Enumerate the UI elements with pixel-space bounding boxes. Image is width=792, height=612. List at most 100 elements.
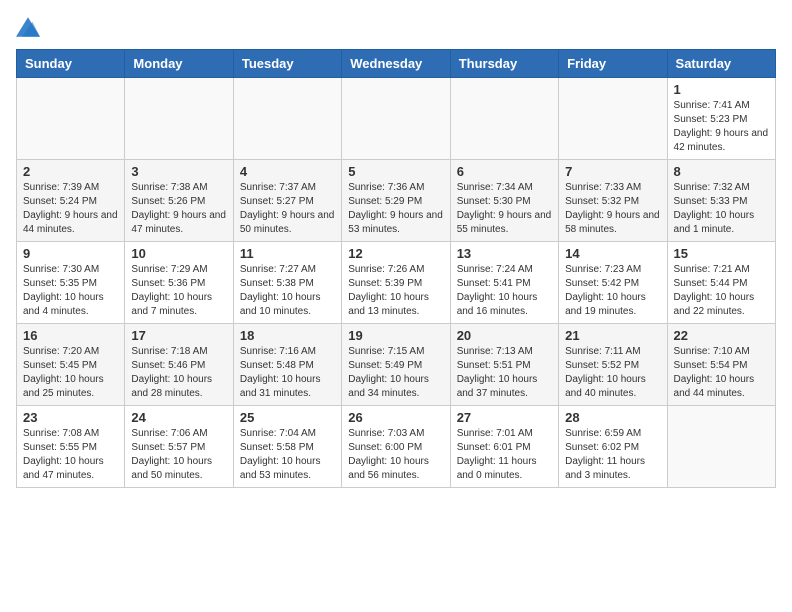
day-number: 3 bbox=[131, 164, 226, 179]
day-info: Sunrise: 7:41 AM Sunset: 5:23 PM Dayligh… bbox=[674, 99, 769, 155]
day-number: 25 bbox=[240, 410, 335, 425]
day-number: 6 bbox=[457, 164, 552, 179]
col-header-friday: Friday bbox=[559, 50, 667, 78]
calendar-cell: 7 Sunrise: 7:33 AM Sunset: 5:32 PM Daylig… bbox=[559, 160, 667, 242]
day-number: 19 bbox=[348, 328, 443, 343]
day-number: 28 bbox=[565, 410, 660, 425]
calendar-cell bbox=[342, 78, 450, 160]
calendar-cell: 1 Sunrise: 7:41 AM Sunset: 5:23 PM Daylig… bbox=[667, 78, 775, 160]
day-info: Sunrise: 7:10 AM Sunset: 5:54 PM Dayligh… bbox=[674, 345, 769, 401]
calendar-cell: 8 Sunrise: 7:32 AM Sunset: 5:33 PM Daylig… bbox=[667, 160, 775, 242]
calendar-cell: 26 Sunrise: 7:03 AM Sunset: 6:00 PM Dayli… bbox=[342, 406, 450, 488]
calendar-cell: 28 Sunrise: 6:59 AM Sunset: 6:02 PM Dayli… bbox=[559, 406, 667, 488]
calendar-cell bbox=[125, 78, 233, 160]
calendar-cell bbox=[450, 78, 558, 160]
day-number: 1 bbox=[674, 82, 769, 97]
day-number: 15 bbox=[674, 246, 769, 261]
day-number: 2 bbox=[23, 164, 118, 179]
day-info: Sunrise: 7:36 AM Sunset: 5:29 PM Dayligh… bbox=[348, 181, 443, 237]
day-info: Sunrise: 7:11 AM Sunset: 5:52 PM Dayligh… bbox=[565, 345, 660, 401]
calendar-week-row: 9Sunrise: 7:30 AM Sunset: 5:35 PM Daylig… bbox=[17, 242, 776, 324]
calendar-week-row: 1 Sunrise: 7:41 AM Sunset: 5:23 PM Daylig… bbox=[17, 78, 776, 160]
day-info: Sunrise: 7:24 AM Sunset: 5:41 PM Dayligh… bbox=[457, 263, 552, 319]
calendar-cell bbox=[17, 78, 125, 160]
calendar-header-row: SundayMondayTuesdayWednesdayThursdayFrid… bbox=[17, 50, 776, 78]
calendar-week-row: 2 Sunrise: 7:39 AM Sunset: 5:24 PM Daylig… bbox=[17, 160, 776, 242]
day-info: Sunrise: 7:08 AM Sunset: 5:55 PM Dayligh… bbox=[23, 427, 118, 483]
day-info: Sunrise: 7:18 AM Sunset: 5:46 PM Dayligh… bbox=[131, 345, 226, 401]
col-header-thursday: Thursday bbox=[450, 50, 558, 78]
calendar-cell: 21Sunrise: 7:11 AM Sunset: 5:52 PM Dayli… bbox=[559, 324, 667, 406]
calendar-cell: 14Sunrise: 7:23 AM Sunset: 5:42 PM Dayli… bbox=[559, 242, 667, 324]
calendar-cell: 16 Sunrise: 7:20 AM Sunset: 5:45 PM Dayli… bbox=[17, 324, 125, 406]
day-number: 27 bbox=[457, 410, 552, 425]
day-number: 18 bbox=[240, 328, 335, 343]
day-number: 7 bbox=[565, 164, 660, 179]
day-info: Sunrise: 7:20 AM Sunset: 5:45 PM Dayligh… bbox=[23, 345, 118, 401]
day-number: 24 bbox=[131, 410, 226, 425]
logo bbox=[16, 16, 44, 37]
calendar-cell: 15 Sunrise: 7:21 AM Sunset: 5:44 PM Dayli… bbox=[667, 242, 775, 324]
day-info: Sunrise: 7:37 AM Sunset: 5:27 PM Dayligh… bbox=[240, 181, 335, 237]
day-number: 8 bbox=[674, 164, 769, 179]
calendar-cell: 18 Sunrise: 7:16 AM Sunset: 5:48 PM Dayli… bbox=[233, 324, 341, 406]
calendar-cell: 17 Sunrise: 7:18 AM Sunset: 5:46 PM Dayli… bbox=[125, 324, 233, 406]
calendar-week-row: 23 Sunrise: 7:08 AM Sunset: 5:55 PM Dayli… bbox=[17, 406, 776, 488]
calendar-cell: 2 Sunrise: 7:39 AM Sunset: 5:24 PM Daylig… bbox=[17, 160, 125, 242]
day-number: 26 bbox=[348, 410, 443, 425]
calendar-cell: 23 Sunrise: 7:08 AM Sunset: 5:55 PM Dayli… bbox=[17, 406, 125, 488]
day-info: Sunrise: 7:34 AM Sunset: 5:30 PM Dayligh… bbox=[457, 181, 552, 237]
day-info: Sunrise: 7:04 AM Sunset: 5:58 PM Dayligh… bbox=[240, 427, 335, 483]
col-header-tuesday: Tuesday bbox=[233, 50, 341, 78]
day-info: Sunrise: 7:38 AM Sunset: 5:26 PM Dayligh… bbox=[131, 181, 226, 237]
logo-icon bbox=[16, 17, 40, 37]
col-header-wednesday: Wednesday bbox=[342, 50, 450, 78]
day-number: 13 bbox=[457, 246, 552, 261]
day-info: Sunrise: 7:23 AM Sunset: 5:42 PM Dayligh… bbox=[565, 263, 660, 319]
day-number: 9 bbox=[23, 246, 118, 261]
day-number: 10 bbox=[131, 246, 226, 261]
col-header-monday: Monday bbox=[125, 50, 233, 78]
day-number: 23 bbox=[23, 410, 118, 425]
page-header bbox=[16, 16, 776, 37]
day-info: Sunrise: 7:27 AM Sunset: 5:38 PM Dayligh… bbox=[240, 263, 335, 319]
day-info: Sunrise: 7:39 AM Sunset: 5:24 PM Dayligh… bbox=[23, 181, 118, 237]
day-number: 17 bbox=[131, 328, 226, 343]
day-info: Sunrise: 7:29 AM Sunset: 5:36 PM Dayligh… bbox=[131, 263, 226, 319]
day-info: Sunrise: 7:03 AM Sunset: 6:00 PM Dayligh… bbox=[348, 427, 443, 483]
day-number: 12 bbox=[348, 246, 443, 261]
col-header-saturday: Saturday bbox=[667, 50, 775, 78]
day-info: Sunrise: 7:16 AM Sunset: 5:48 PM Dayligh… bbox=[240, 345, 335, 401]
day-number: 5 bbox=[348, 164, 443, 179]
calendar-cell: 3 Sunrise: 7:38 AM Sunset: 5:26 PM Daylig… bbox=[125, 160, 233, 242]
calendar-cell bbox=[233, 78, 341, 160]
calendar-cell bbox=[559, 78, 667, 160]
calendar-cell: 20 Sunrise: 7:13 AM Sunset: 5:51 PM Dayli… bbox=[450, 324, 558, 406]
day-number: 20 bbox=[457, 328, 552, 343]
day-info: Sunrise: 7:06 AM Sunset: 5:57 PM Dayligh… bbox=[131, 427, 226, 483]
day-info: Sunrise: 7:21 AM Sunset: 5:44 PM Dayligh… bbox=[674, 263, 769, 319]
calendar-cell: 13 Sunrise: 7:24 AM Sunset: 5:41 PM Dayli… bbox=[450, 242, 558, 324]
day-number: 16 bbox=[23, 328, 118, 343]
day-info: Sunrise: 7:15 AM Sunset: 5:49 PM Dayligh… bbox=[348, 345, 443, 401]
day-number: 22 bbox=[674, 328, 769, 343]
calendar-cell: 12Sunrise: 7:26 AM Sunset: 5:39 PM Dayli… bbox=[342, 242, 450, 324]
calendar-cell: 24 Sunrise: 7:06 AM Sunset: 5:57 PM Dayli… bbox=[125, 406, 233, 488]
calendar-cell: 27 Sunrise: 7:01 AM Sunset: 6:01 PM Dayli… bbox=[450, 406, 558, 488]
calendar-cell: 22 Sunrise: 7:10 AM Sunset: 5:54 PM Dayli… bbox=[667, 324, 775, 406]
calendar-cell: 6 Sunrise: 7:34 AM Sunset: 5:30 PM Daylig… bbox=[450, 160, 558, 242]
day-info: Sunrise: 6:59 AM Sunset: 6:02 PM Dayligh… bbox=[565, 427, 660, 483]
calendar-cell: 25 Sunrise: 7:04 AM Sunset: 5:58 PM Dayli… bbox=[233, 406, 341, 488]
day-info: Sunrise: 7:32 AM Sunset: 5:33 PM Dayligh… bbox=[674, 181, 769, 237]
calendar-cell: 19 Sunrise: 7:15 AM Sunset: 5:49 PM Dayli… bbox=[342, 324, 450, 406]
calendar-cell bbox=[667, 406, 775, 488]
day-info: Sunrise: 7:01 AM Sunset: 6:01 PM Dayligh… bbox=[457, 427, 552, 483]
calendar-cell: 11 Sunrise: 7:27 AM Sunset: 5:38 PM Dayli… bbox=[233, 242, 341, 324]
calendar-week-row: 16 Sunrise: 7:20 AM Sunset: 5:45 PM Dayli… bbox=[17, 324, 776, 406]
day-info: Sunrise: 7:33 AM Sunset: 5:32 PM Dayligh… bbox=[565, 181, 660, 237]
calendar-cell: 9Sunrise: 7:30 AM Sunset: 5:35 PM Daylig… bbox=[17, 242, 125, 324]
day-number: 11 bbox=[240, 246, 335, 261]
calendar-table: SundayMondayTuesdayWednesdayThursdayFrid… bbox=[16, 49, 776, 488]
day-info: Sunrise: 7:13 AM Sunset: 5:51 PM Dayligh… bbox=[457, 345, 552, 401]
calendar-cell: 5 Sunrise: 7:36 AM Sunset: 5:29 PM Daylig… bbox=[342, 160, 450, 242]
